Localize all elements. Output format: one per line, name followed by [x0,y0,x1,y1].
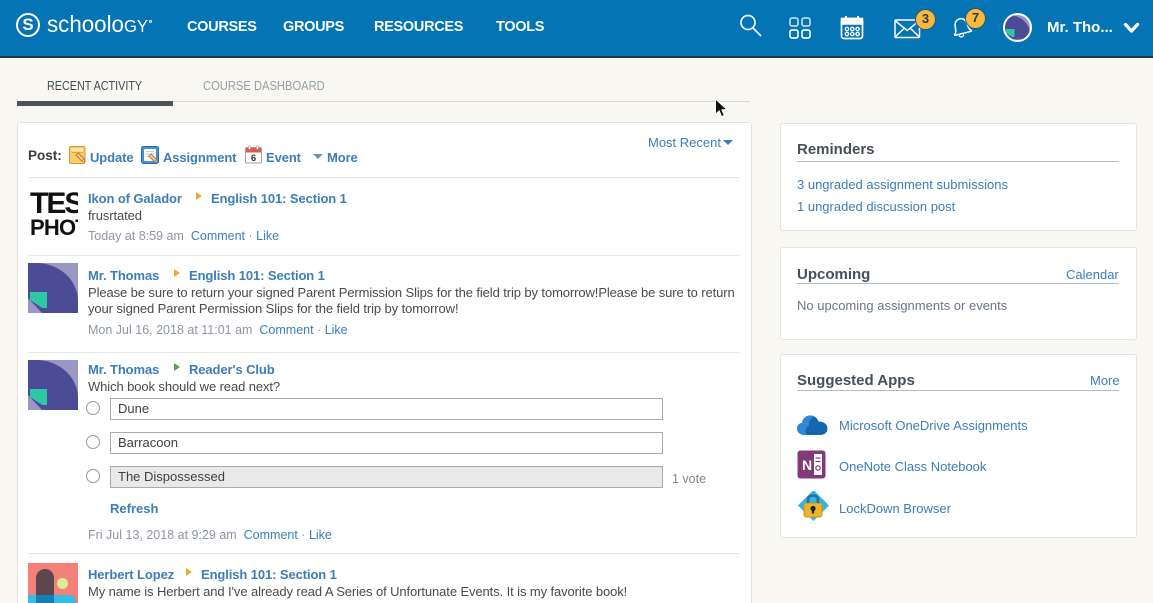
svg-text:6: 6 [251,153,256,164]
svg-text:N: N [802,457,812,473]
